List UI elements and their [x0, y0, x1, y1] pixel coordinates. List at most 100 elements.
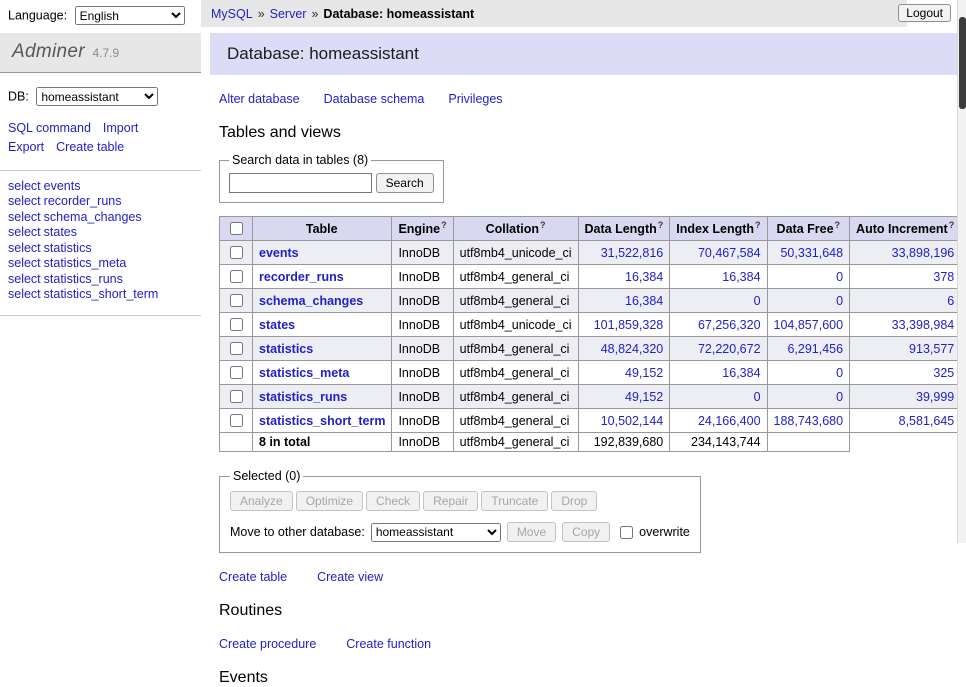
- data-free-link[interactable]: 0: [836, 270, 843, 284]
- row-checkbox[interactable]: [230, 342, 243, 355]
- search-button[interactable]: Search: [376, 173, 434, 193]
- sidebar-table-link[interactable]: states: [44, 225, 77, 239]
- table-name-link[interactable]: statistics: [259, 342, 313, 356]
- table-action-button[interactable]: Repair: [423, 491, 478, 511]
- routine-create-link[interactable]: Create procedure: [219, 637, 316, 651]
- select-all-checkbox[interactable]: [230, 222, 243, 235]
- index-length-link[interactable]: 0: [754, 390, 761, 404]
- breadcrumb-server-link[interactable]: Server: [270, 7, 307, 21]
- table-action-button[interactable]: Analyze: [230, 491, 293, 511]
- index-length-link[interactable]: 0: [754, 294, 761, 308]
- app-logo[interactable]: Adminer: [12, 41, 85, 62]
- scrollbar-thumb[interactable]: [959, 17, 966, 109]
- breadcrumb-mysql-link[interactable]: MySQL: [211, 7, 253, 21]
- row-checkbox[interactable]: [230, 294, 243, 307]
- data-length-link[interactable]: 49,152: [625, 390, 663, 404]
- sidebar-link-import[interactable]: Import: [103, 121, 138, 135]
- data-free-link[interactable]: 0: [836, 294, 843, 308]
- routine-create-link[interactable]: Create function: [346, 637, 431, 651]
- auto-increment-link[interactable]: 33,398,984: [892, 318, 955, 332]
- sidebar-table-link[interactable]: statistics_runs: [44, 272, 123, 286]
- sidebar-table-link[interactable]: events: [44, 179, 81, 193]
- data-free-link[interactable]: 6,291,456: [787, 342, 843, 356]
- index-length-link[interactable]: 16,384: [722, 366, 760, 380]
- table-name-link[interactable]: statistics_short_term: [259, 414, 385, 428]
- row-checkbox[interactable]: [230, 366, 243, 379]
- data-length-link[interactable]: 31,522,816: [601, 246, 664, 260]
- row-checkbox[interactable]: [230, 390, 243, 403]
- sidebar-table-link[interactable]: schema_changes: [44, 210, 142, 224]
- sidebar-table-link[interactable]: statistics_meta: [44, 256, 127, 270]
- auto-increment-link[interactable]: 33,898,196: [892, 246, 955, 260]
- auto-increment-link[interactable]: 325: [933, 366, 954, 380]
- create-link[interactable]: Create table: [219, 570, 287, 584]
- table-action-button[interactable]: Truncate: [481, 491, 548, 511]
- sidebar-select-link[interactable]: select: [8, 194, 41, 208]
- auto-increment-link[interactable]: 913,577: [909, 342, 954, 356]
- move-db-select[interactable]: homeassistant: [371, 523, 501, 542]
- db-select[interactable]: homeassistant: [36, 87, 158, 106]
- create-link[interactable]: Create view: [317, 570, 383, 584]
- data-free-link[interactable]: 50,331,648: [780, 246, 843, 260]
- row-checkbox[interactable]: [230, 246, 243, 259]
- vertical-scrollbar[interactable]: [957, 0, 966, 543]
- index-length-link[interactable]: 16,384: [722, 270, 760, 284]
- table-name-link[interactable]: schema_changes: [259, 294, 363, 308]
- data-free-link[interactable]: 0: [836, 390, 843, 404]
- copy-button[interactable]: Copy: [562, 522, 610, 542]
- sidebar-select-link[interactable]: select: [8, 287, 41, 301]
- sidebar-link-sql-command[interactable]: SQL command: [8, 121, 91, 135]
- table-action-button[interactable]: Optimize: [296, 491, 363, 511]
- sidebar-select-link[interactable]: select: [8, 210, 41, 224]
- data-free-link[interactable]: 0: [836, 366, 843, 380]
- overwrite-checkbox[interactable]: [620, 526, 633, 539]
- sidebar-link-create-table[interactable]: Create table: [56, 140, 124, 154]
- data-length-link[interactable]: 16,384: [625, 270, 663, 284]
- sidebar-select-link[interactable]: select: [8, 179, 41, 193]
- data-length-link[interactable]: 49,152: [625, 366, 663, 380]
- sidebar-select-link[interactable]: select: [8, 225, 41, 239]
- row-checkbox[interactable]: [230, 414, 243, 427]
- sidebar-select-link[interactable]: select: [8, 256, 41, 270]
- table-action-button[interactable]: Drop: [551, 491, 597, 511]
- data-length-link[interactable]: 16,384: [625, 294, 663, 308]
- sidebar-select-link[interactable]: select: [8, 272, 41, 286]
- auto-increment-link[interactable]: 378: [933, 270, 954, 284]
- sidebar-table-link[interactable]: statistics_short_term: [44, 287, 159, 301]
- help-link[interactable]: ?: [441, 220, 447, 230]
- sidebar-link-export[interactable]: Export: [8, 140, 44, 154]
- search-input[interactable]: [229, 173, 372, 193]
- data-length-link[interactable]: 101,859,328: [594, 318, 664, 332]
- data-length-link[interactable]: 10,502,144: [601, 414, 664, 428]
- move-button[interactable]: Move: [507, 522, 556, 542]
- index-length-link[interactable]: 72,220,672: [698, 342, 761, 356]
- table-action-button[interactable]: Check: [366, 491, 420, 511]
- help-link[interactable]: ?: [540, 220, 546, 230]
- auto-increment-link[interactable]: 39,999: [916, 390, 954, 404]
- table-name-link[interactable]: statistics_runs: [259, 390, 347, 404]
- database-nav-link[interactable]: Privileges: [448, 92, 502, 106]
- sidebar-select-link[interactable]: select: [8, 241, 41, 255]
- row-checkbox[interactable]: [230, 270, 243, 283]
- row-checkbox[interactable]: [230, 318, 243, 331]
- auto-increment-link[interactable]: 8,581,645: [899, 414, 955, 428]
- sidebar-table-link[interactable]: statistics: [44, 241, 92, 255]
- data-length-link[interactable]: 48,824,320: [601, 342, 664, 356]
- logout-button[interactable]: Logout: [898, 4, 951, 22]
- help-link[interactable]: ?: [755, 220, 761, 230]
- language-select[interactable]: English: [75, 6, 185, 25]
- help-link[interactable]: ?: [835, 220, 841, 230]
- data-free-link[interactable]: 188,743,680: [774, 414, 844, 428]
- table-name-link[interactable]: events: [259, 246, 299, 260]
- database-nav-link[interactable]: Database schema: [324, 92, 425, 106]
- help-link[interactable]: ?: [658, 220, 664, 230]
- table-name-link[interactable]: statistics_meta: [259, 366, 349, 380]
- table-name-link[interactable]: recorder_runs: [259, 270, 344, 284]
- index-length-link[interactable]: 24,166,400: [698, 414, 761, 428]
- table-name-link[interactable]: states: [259, 318, 295, 332]
- index-length-link[interactable]: 70,467,584: [698, 246, 761, 260]
- database-nav-link[interactable]: Alter database: [219, 92, 300, 106]
- index-length-link[interactable]: 67,256,320: [698, 318, 761, 332]
- data-free-link[interactable]: 104,857,600: [774, 318, 844, 332]
- auto-increment-link[interactable]: 6: [947, 294, 954, 308]
